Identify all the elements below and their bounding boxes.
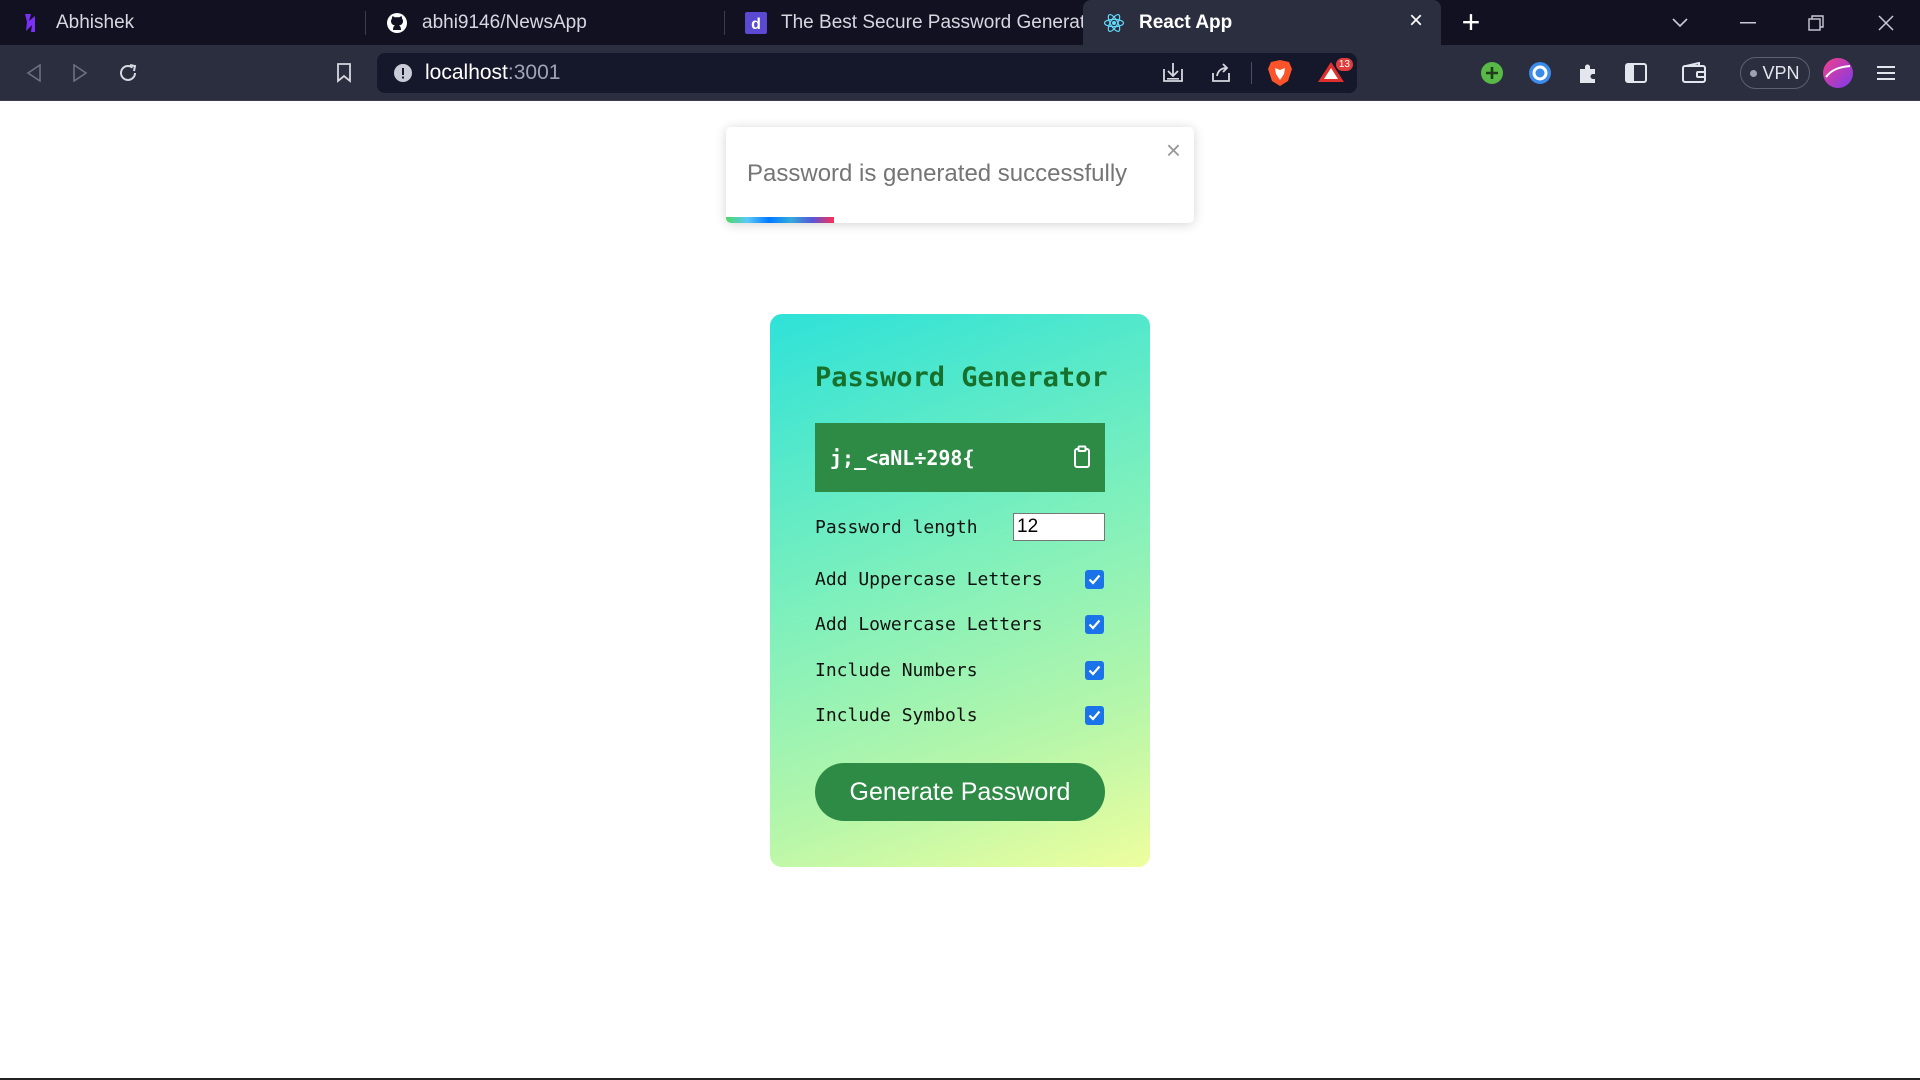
tab-abhishek[interactable]: Abhishek — [0, 0, 366, 45]
option-label: Include Numbers — [815, 659, 978, 681]
tab-react-app[interactable]: React App × — [1083, 0, 1441, 45]
svg-text:d: d — [751, 16, 761, 33]
password-length-label: Password length — [815, 516, 978, 538]
forward-icon[interactable] — [64, 57, 96, 89]
option-label: Add Uppercase Letters — [815, 568, 1043, 590]
dark-logo-icon — [20, 12, 42, 34]
tab-list-chevron-icon[interactable] — [1646, 0, 1714, 45]
react-icon — [1103, 12, 1125, 34]
bookmark-icon[interactable] — [328, 57, 360, 89]
tab-label: React App — [1139, 11, 1233, 33]
vpn-label: VPN — [1762, 62, 1800, 83]
vpn-status-dot — [1750, 69, 1758, 77]
option-symbols-row: Include Symbols — [815, 700, 1105, 730]
share-icon[interactable] — [1209, 61, 1233, 85]
d-letter-icon: d — [745, 11, 767, 34]
password-length-input[interactable] — [1013, 513, 1105, 541]
github-icon — [386, 12, 408, 34]
site-info-icon[interactable] — [393, 63, 413, 83]
reload-icon[interactable] — [112, 57, 144, 89]
new-tab-button[interactable]: + — [1441, 0, 1501, 45]
brave-shields-icon[interactable] — [1267, 59, 1293, 87]
rewards-count-badge: 13 — [1335, 58, 1353, 71]
url-port: :3001 — [507, 61, 561, 84]
generator-title: Password Generator — [815, 362, 1108, 393]
generate-password-button[interactable]: Generate Password — [815, 763, 1105, 821]
back-icon[interactable] — [18, 57, 50, 89]
toast-close-icon[interactable]: × — [1166, 137, 1181, 163]
profile-avatar-icon[interactable] — [1822, 57, 1854, 89]
clipboard-copy-icon[interactable] — [1071, 445, 1093, 469]
option-label: Include Symbols — [815, 704, 978, 726]
tab-label: The Best Secure Password Generators — [781, 11, 1083, 33]
restore-icon[interactable] — [1782, 0, 1850, 45]
tab-newsapp[interactable]: abhi9146/NewsApp — [366, 0, 725, 45]
close-window-icon[interactable] — [1852, 0, 1920, 45]
tab-password-generators[interactable]: d The Best Secure Password Generators — [725, 0, 1083, 45]
password-length-row: Password length — [815, 512, 1105, 542]
vpn-button[interactable]: VPN — [1740, 57, 1810, 89]
brave-rewards-icon[interactable]: 13 — [1317, 58, 1353, 86]
minimize-icon[interactable] — [1714, 0, 1782, 45]
address-bar-divider — [1251, 62, 1252, 84]
url-host: localhost — [425, 61, 508, 84]
sidebar-toggle-icon[interactable] — [1620, 57, 1652, 89]
success-toast: Password is generated successfully × — [726, 127, 1194, 223]
password-generator-card: Password Generator j;_<aNL÷298{ Password… — [770, 314, 1150, 867]
toast-message: Password is generated successfully — [747, 160, 1128, 187]
browser-toolbar: localhost:3001 13 VPN — [0, 45, 1920, 101]
symbols-checkbox[interactable] — [1085, 705, 1104, 725]
lowercase-checkbox[interactable] — [1085, 614, 1104, 634]
blue-extension-icon[interactable] — [1524, 57, 1556, 89]
toast-progress-bar — [726, 217, 834, 223]
uppercase-checkbox[interactable] — [1085, 569, 1104, 589]
tab-label: abhi9146/NewsApp — [422, 11, 587, 33]
green-extension-icon[interactable] — [1476, 57, 1508, 89]
option-numbers-row: Include Numbers — [815, 655, 1105, 685]
tab-close-icon[interactable]: × — [1405, 9, 1427, 33]
numbers-checkbox[interactable] — [1085, 660, 1104, 680]
address-bar[interactable]: localhost:3001 13 — [377, 53, 1357, 93]
option-uppercase-row: Add Uppercase Letters — [815, 564, 1105, 594]
option-label: Add Lowercase Letters — [815, 613, 1043, 635]
extensions-puzzle-icon[interactable] — [1572, 57, 1604, 89]
browser-tab-bar: Abhishek abhi9146/NewsApp d The Best Sec… — [0, 0, 1920, 45]
generated-password: j;_<aNL÷298{ — [830, 445, 975, 470]
wallet-icon[interactable] — [1678, 57, 1710, 89]
password-display: j;_<aNL÷298{ — [815, 423, 1105, 492]
option-lowercase-row: Add Lowercase Letters — [815, 609, 1105, 639]
tab-label: Abhishek — [56, 11, 135, 33]
install-app-icon[interactable] — [1161, 61, 1185, 85]
menu-hamburger-icon[interactable] — [1870, 57, 1902, 89]
